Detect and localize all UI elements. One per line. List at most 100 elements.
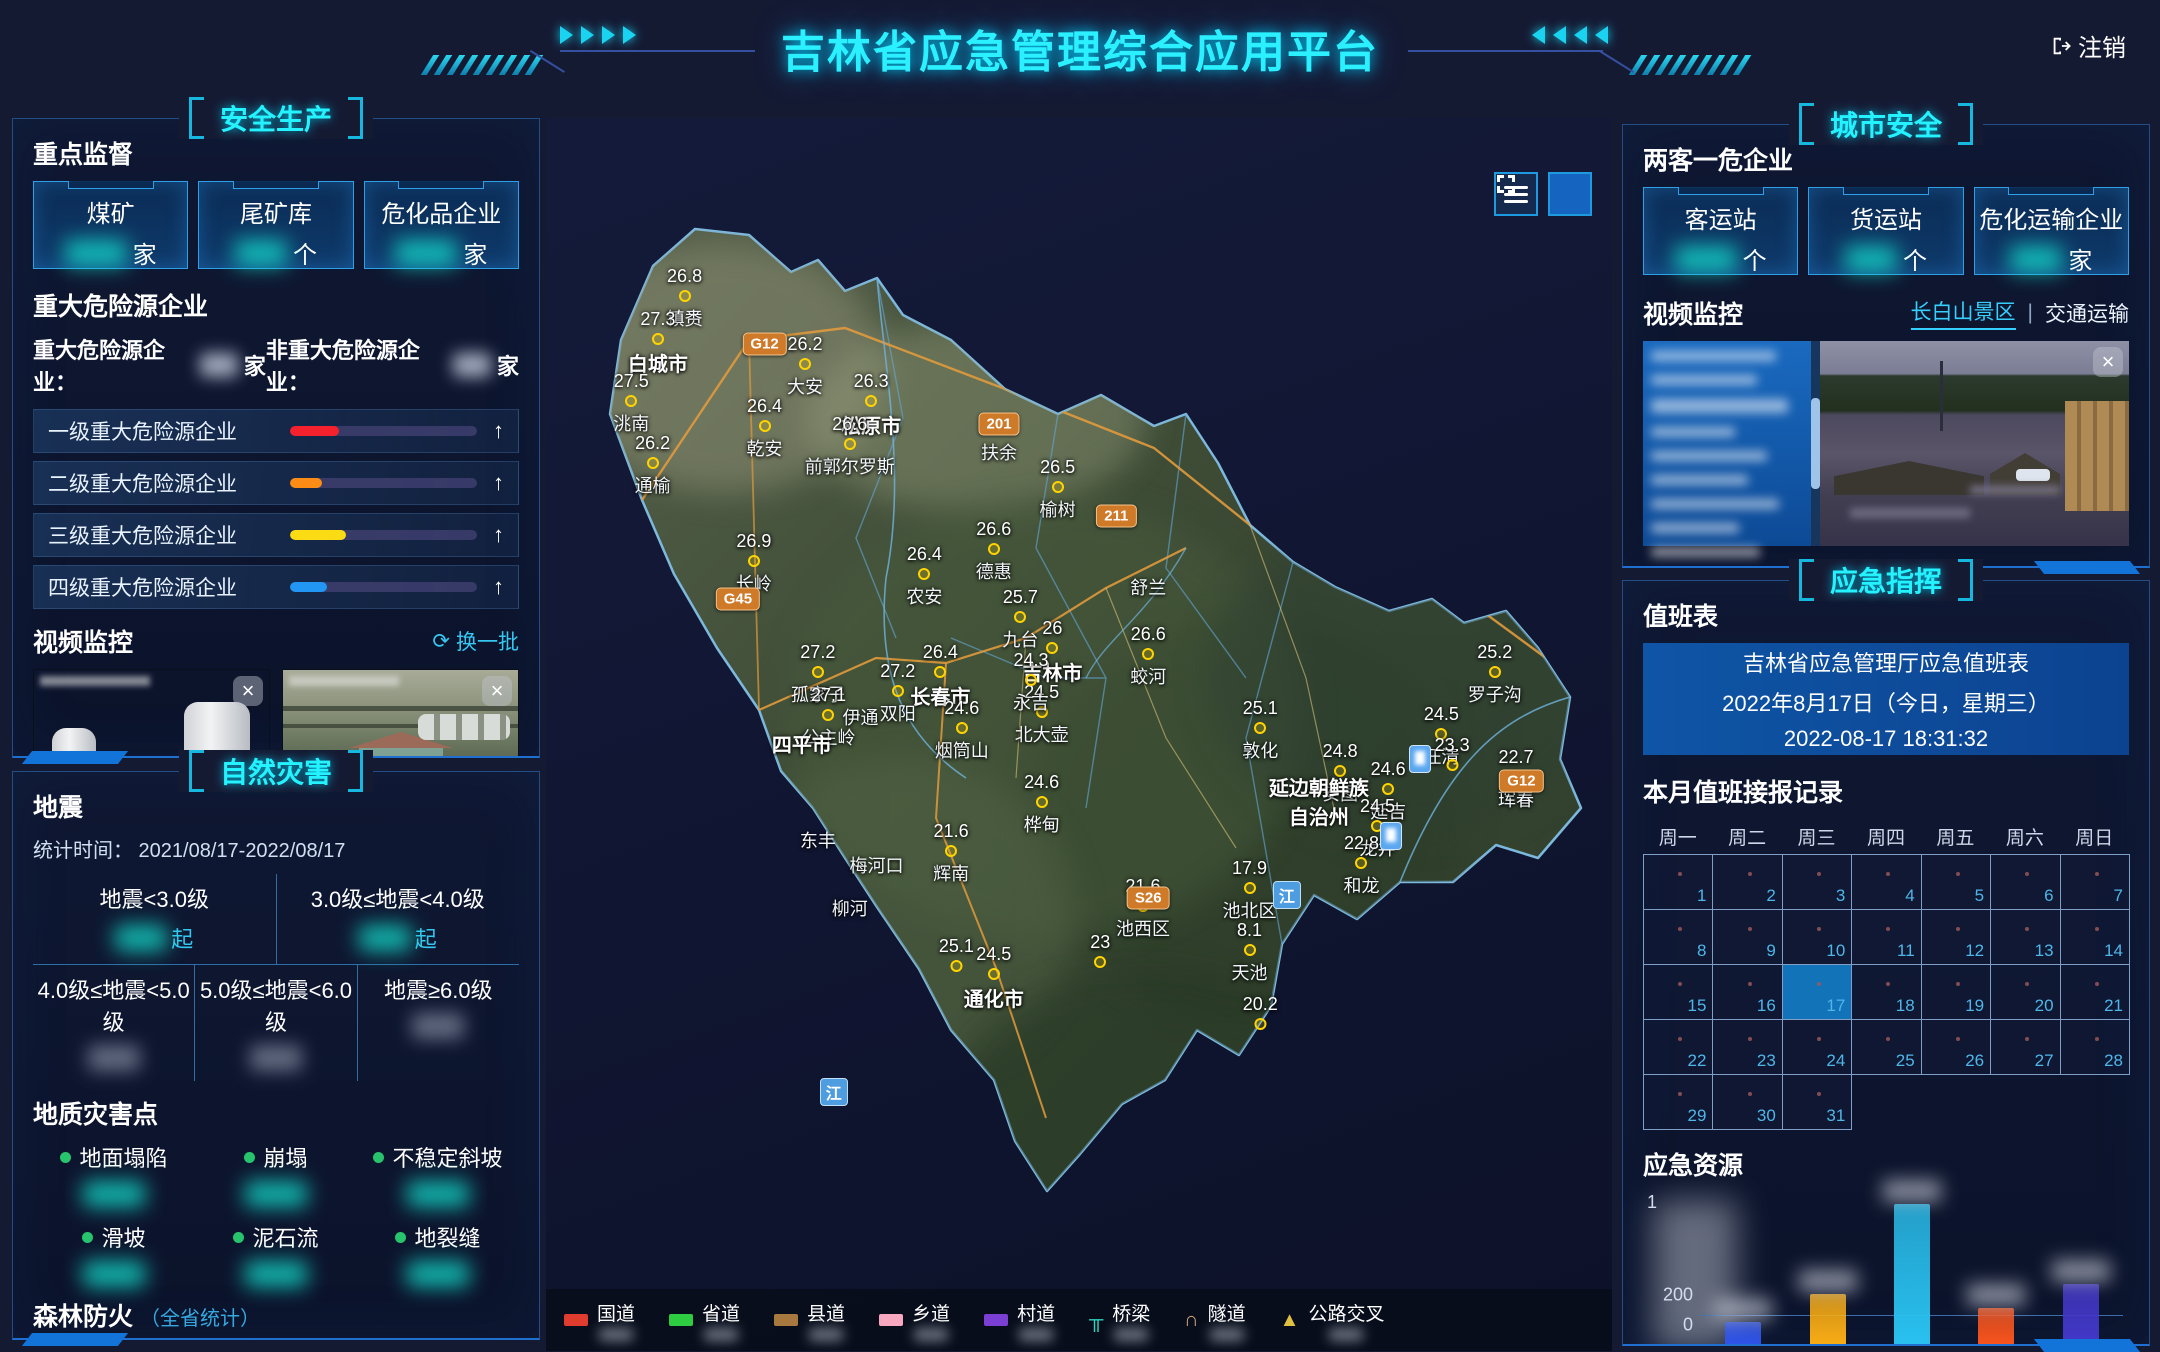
province-map[interactable]: 26.8镇赉27.3白城市27.5洮南26.2大安26.2通榆26.4乾安26.…	[546, 118, 1612, 1351]
calendar-day-cell[interactable]: 17	[1783, 965, 1852, 1020]
calendar-day-cell[interactable]: 8	[1644, 910, 1713, 965]
road-badge: G12	[1499, 770, 1543, 793]
report-dot-icon	[1678, 927, 1682, 931]
weather-dot-icon	[759, 420, 771, 432]
map-controls	[1494, 172, 1592, 216]
redacted-value	[359, 925, 411, 951]
camera-list-scrollbar[interactable]	[1811, 341, 1820, 546]
scrollbar-thumb[interactable]	[1811, 398, 1820, 488]
calendar-day-cell[interactable]: 5	[1922, 855, 1991, 910]
calendar-day-cell[interactable]: 21	[2061, 965, 2130, 1020]
calendar-day-number: 24	[1826, 1051, 1845, 1071]
calendar-day-number: 1	[1697, 886, 1706, 906]
stat-card-freight-station: 货运站 个	[1808, 187, 1963, 275]
video-close-button[interactable]: ×	[2093, 347, 2123, 377]
redacted-value	[1799, 1270, 1857, 1292]
forest-fire-title: 森林防火	[33, 1303, 133, 1331]
place-name: 大安	[787, 373, 823, 399]
calendar-day-cell[interactable]: 19	[1922, 965, 1991, 1020]
place-name: 辉南	[933, 860, 969, 886]
two-passenger-heading: 两客一危企业	[1643, 141, 2129, 177]
map-label: 22.8和龙	[1343, 833, 1379, 898]
earthquake-cell: 地震≥6.0级	[358, 965, 519, 1081]
calendar-day-cell[interactable]: 27	[1991, 1020, 2060, 1075]
video-card[interactable]: × 长春巨峰气体有限责任公司	[33, 669, 270, 756]
legend-swatch-icon	[564, 1314, 588, 1326]
calendar-day-cell[interactable]: 30	[1713, 1075, 1782, 1130]
video-thumbnail-gas-tanks[interactable]: ×	[33, 669, 270, 756]
calendar-day-number: 23	[1757, 1051, 1776, 1071]
calendar-day-cell[interactable]: 28	[2061, 1020, 2130, 1075]
legend-item-桥梁[interactable]: ╥桥梁	[1089, 1299, 1150, 1341]
geo-label: 地面塌陷	[60, 1141, 167, 1173]
place-name: 伊通	[842, 704, 878, 730]
tab-changbaishan[interactable]: 长白山景区	[1911, 296, 2016, 330]
calendar-day-cell[interactable]: 15	[1644, 965, 1713, 1020]
legend-item-县道[interactable]: 县道	[774, 1299, 845, 1341]
calendar-day-cell[interactable]: 4	[1852, 855, 1921, 910]
calendar-day-cell[interactable]: 1	[1644, 855, 1713, 910]
hazard-major-label: 重大危险源企业：	[33, 333, 194, 397]
legend-item-省道[interactable]: 省道	[669, 1299, 740, 1341]
legend-glyph-icon: ∩	[1184, 1310, 1198, 1330]
calendar-day-cell[interactable]: 29	[1644, 1075, 1713, 1130]
calendar-day-number: 10	[1826, 941, 1845, 961]
report-dot-icon	[1956, 872, 1960, 876]
calendar-day-cell[interactable]: 22	[1644, 1020, 1713, 1075]
logout-button[interactable]: 注销	[2050, 28, 2126, 63]
video-close-button[interactable]: ×	[233, 676, 263, 706]
tab-transport[interactable]: 交通运输	[2045, 298, 2129, 328]
calendar-day-number: 14	[2104, 941, 2123, 961]
redacted-value	[245, 1261, 307, 1287]
calendar-day-cell[interactable]: 13	[1991, 910, 2060, 965]
calendar-day-cell[interactable]: 31	[1783, 1075, 1852, 1130]
place-name: 永吉	[1013, 689, 1049, 715]
video-thumbnail-plant[interactable]: ×	[282, 669, 519, 756]
calendar-day-cell[interactable]: 7	[2061, 855, 2130, 910]
calendar-day-cell[interactable]: 14	[2061, 910, 2130, 965]
calendar-day-cell[interactable]: 23	[1713, 1020, 1782, 1075]
calendar-day-cell[interactable]: 2	[1713, 855, 1782, 910]
video-card[interactable]: × 吉林市吉化北方炬赢工贸责任...	[282, 669, 519, 756]
calendar-day-number: 25	[1896, 1051, 1915, 1071]
map-fullscreen-button[interactable]	[1548, 172, 1592, 216]
legend-item-公路交叉[interactable]: ▲公路交叉	[1280, 1299, 1385, 1341]
calendar-day-cell[interactable]: 26	[1922, 1020, 1991, 1075]
temperature-value: 23	[1090, 932, 1110, 953]
up-arrow-icon: ↑	[493, 522, 504, 548]
calendar-grid: 1234567891011121314151617181920212223242…	[1643, 854, 2130, 1130]
calendar-day-cell[interactable]: 20	[1991, 965, 2060, 1020]
geo-label: 崩塌	[244, 1141, 307, 1173]
calendar-day-cell[interactable]: 11	[1852, 910, 1921, 965]
calendar-day-cell[interactable]: 24	[1783, 1020, 1852, 1075]
calendar-day-number: 7	[2114, 886, 2123, 906]
video-close-button[interactable]: ×	[482, 676, 512, 706]
camera-list[interactable]	[1643, 341, 1811, 546]
calendar-day-cell[interactable]: 9	[1713, 910, 1782, 965]
earthquake-unit: 起	[171, 922, 193, 954]
report-dot-icon	[1817, 1092, 1821, 1096]
calendar-day-cell[interactable]: 10	[1783, 910, 1852, 965]
report-dot-icon	[1817, 1037, 1821, 1041]
calendar-day-cell[interactable]: 6	[1991, 855, 2060, 910]
earthquake-cell: 4.0级≤地震<5.0级	[33, 965, 195, 1081]
earthquake-range-label: 地震≥6.0级	[358, 973, 519, 1005]
calendar-day-cell[interactable]: 16	[1713, 965, 1782, 1020]
calendar-day-cell[interactable]: 12	[1922, 910, 1991, 965]
legend-item-隧道[interactable]: ∩隧道	[1184, 1299, 1245, 1341]
redacted-value	[453, 353, 491, 377]
legend-item-村道[interactable]: 村道	[984, 1299, 1055, 1341]
camera-video-view[interactable]: ×	[1820, 341, 2129, 546]
duty-card[interactable]: 吉林省应急管理厅应急值班表 2022年8月17日（今日，星期三） 2022-08…	[1643, 643, 2129, 755]
temperature-value: 21.6	[933, 821, 969, 842]
refresh-batch-button[interactable]: ⟳ 换一批	[432, 626, 519, 656]
calendar-day-cell[interactable]: 3	[1783, 855, 1852, 910]
legend-item-国道[interactable]: 国道	[564, 1299, 635, 1341]
calendar-day-cell[interactable]: 18	[1852, 965, 1921, 1020]
temperature-value: 27.3	[628, 309, 688, 330]
legend-item-乡道[interactable]: 乡道	[879, 1299, 950, 1341]
temperature-value: 25.7	[1002, 587, 1038, 608]
puddle-shape	[1970, 486, 2060, 494]
panel-natural-disaster: 自然灾害 地震 统计时间： 2021/08/17-2022/08/17 地震<3…	[12, 771, 540, 1340]
calendar-day-cell[interactable]: 25	[1852, 1020, 1921, 1075]
